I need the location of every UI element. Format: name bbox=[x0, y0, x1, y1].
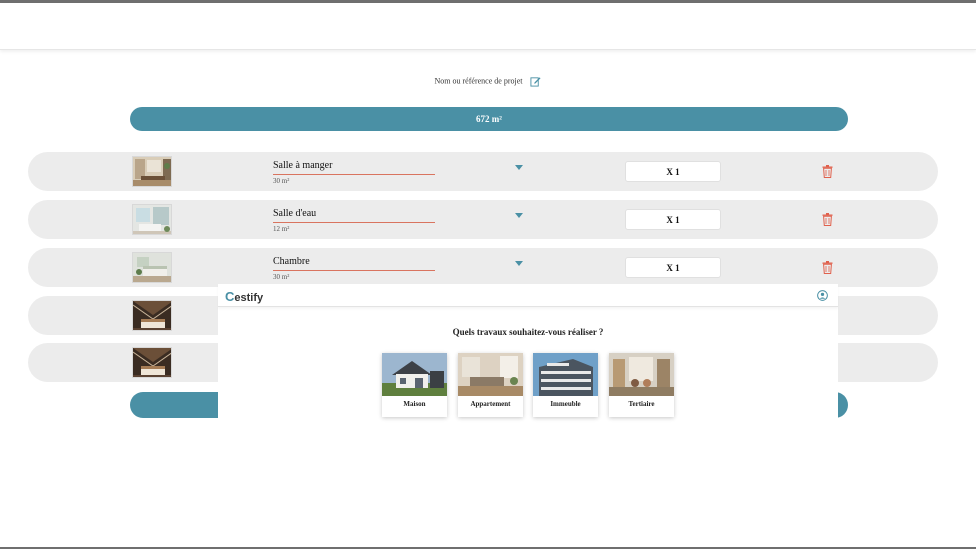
type-card-immeuble[interactable]: Immeuble bbox=[533, 353, 598, 417]
room-row: Salle à manger 30 m² X 1 bbox=[28, 152, 938, 191]
total-surface-value: 672 m² bbox=[476, 114, 502, 124]
chevron-down-icon[interactable] bbox=[515, 165, 523, 170]
type-card-tertiaire[interactable]: Tertiaire bbox=[609, 353, 674, 417]
attic-room-thumbnail bbox=[132, 347, 172, 378]
trash-icon[interactable] bbox=[822, 261, 833, 274]
project-name-label: Nom ou référence de projet bbox=[434, 76, 523, 86]
chevron-down-icon[interactable] bbox=[515, 261, 523, 266]
project-name-field[interactable]: Nom ou référence de projet bbox=[0, 76, 976, 87]
app-header bbox=[0, 3, 976, 50]
room-area: 30 m² bbox=[273, 273, 290, 281]
room-quantity-field[interactable]: X 1 bbox=[625, 161, 721, 182]
room-type-select[interactable]: Chambre bbox=[273, 256, 310, 267]
type-label: Tertiaire bbox=[628, 400, 655, 408]
apartment-image bbox=[458, 353, 523, 396]
building-image bbox=[533, 353, 598, 396]
type-card-maison[interactable]: Maison bbox=[382, 353, 447, 417]
chevron-down-icon[interactable] bbox=[515, 213, 523, 218]
trash-icon[interactable] bbox=[822, 165, 833, 178]
estify-logo: Cestify bbox=[225, 289, 264, 304]
bedroom-thumbnail bbox=[132, 252, 172, 283]
project-type-modal: Cestify Quels travaux souhaitez-vous réa… bbox=[218, 284, 838, 424]
logo-text: estify bbox=[234, 292, 264, 304]
room-type-select[interactable]: Salle à manger bbox=[273, 160, 332, 171]
type-card-appartement[interactable]: Appartement bbox=[458, 353, 523, 417]
room-area: 30 m² bbox=[273, 177, 290, 185]
attic-room-thumbnail bbox=[132, 300, 172, 331]
user-account-icon[interactable] bbox=[817, 290, 828, 301]
bathroom-thumbnail bbox=[132, 204, 172, 235]
room-quantity-field[interactable]: X 1 bbox=[625, 257, 721, 278]
total-surface-bar: 672 m² bbox=[130, 107, 848, 131]
modal-header: Cestify bbox=[218, 284, 838, 307]
room-type-select[interactable]: Salle d'eau bbox=[273, 208, 316, 219]
commercial-image bbox=[609, 353, 674, 396]
type-label: Appartement bbox=[470, 400, 511, 408]
type-label: Immeuble bbox=[550, 400, 581, 408]
dining-room-thumbnail bbox=[132, 156, 172, 187]
modal-question: Quels travaux souhaitez-vous réaliser ? bbox=[452, 327, 604, 337]
room-select-underline bbox=[273, 270, 435, 271]
room-area: 12 m² bbox=[273, 225, 290, 233]
house-image bbox=[382, 353, 447, 396]
type-label: Maison bbox=[403, 400, 426, 408]
room-row: Chambre 30 m² X 1 bbox=[28, 248, 938, 287]
room-quantity-field[interactable]: X 1 bbox=[625, 209, 721, 230]
room-select-underline bbox=[273, 174, 435, 175]
room-select-underline bbox=[273, 222, 435, 223]
pencil-square-icon[interactable] bbox=[530, 76, 542, 87]
room-row: Salle d'eau 12 m² X 1 bbox=[28, 200, 938, 239]
trash-icon[interactable] bbox=[822, 213, 833, 226]
